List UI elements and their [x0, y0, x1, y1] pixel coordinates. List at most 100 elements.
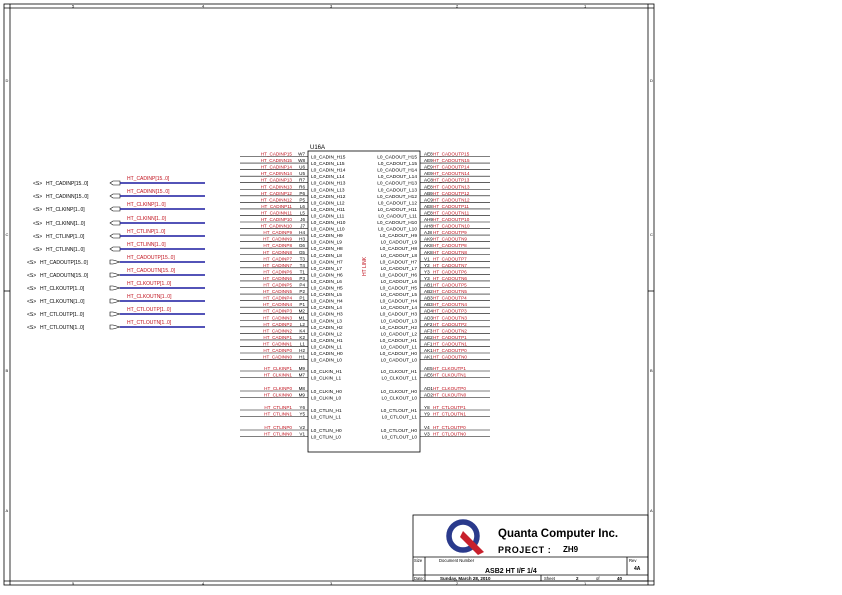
net-label: HT_CADOUTP9 [433, 230, 467, 235]
pin-number: Y9 [424, 412, 430, 417]
pin-number: AK8 [424, 250, 433, 255]
net-label: HT_CADOUTN5 [433, 289, 467, 294]
port-direction: <S> [27, 286, 36, 292]
net-label: HT_CADINN6 [263, 276, 292, 281]
port-direction: <S> [27, 260, 36, 266]
pin-number: W8 [298, 158, 305, 163]
pin-number: R6 [299, 184, 305, 189]
pin-number: AE6 [424, 373, 433, 378]
pin-number: AE8 [424, 152, 433, 157]
pin-function: L0_CADOUT_L0 [381, 358, 418, 364]
pin-number: AF3 [424, 328, 433, 333]
net-label: HT_CADOUTN3 [433, 315, 467, 320]
pin-number: Y6 [299, 405, 305, 410]
pin-function: L0_CADIN_H7 [311, 259, 343, 265]
pin-number: AE8 [424, 210, 433, 215]
pin-function: L0_CADOUT_L9 [381, 240, 418, 246]
port-direction: <S> [33, 247, 42, 253]
pin-number: U6 [299, 165, 305, 170]
pin-function: L0_CLKIN_L0 [311, 396, 341, 402]
pin-number: AB3 [424, 296, 433, 301]
net-label: HT_CADOUTP5 [433, 283, 467, 288]
net-label: HT_CADOUTP11 [433, 204, 469, 209]
net-label: HT_CADINN5 [263, 289, 292, 294]
pin-function: L0_CADOUT_H8 [380, 246, 417, 252]
pin-function: L0_CADOUT_H1 [380, 338, 417, 344]
port-direction: <S> [27, 299, 36, 305]
date-label: Date: [414, 576, 424, 581]
net-label: HT_CADOUTN2 [433, 328, 467, 333]
net-label: HT_CADINP13 [261, 178, 293, 183]
pin-number: L2 [300, 322, 306, 327]
pin-function: L0_CADOUT_L1 [381, 344, 418, 350]
bus-label: HT_CTLINP[1..0] [127, 229, 166, 235]
pin-function: L0_CADOUT_H11 [378, 207, 418, 213]
pin-function: L0_CADOUT_L15 [378, 161, 417, 167]
port-flag [109, 180, 121, 186]
port-name: HT_CADINP[15..0] [46, 181, 89, 187]
port-ht-ctloutp-1-0: <S> HT_CTLOUTP[1..0] HT_CTLOUTP[1..0] [27, 307, 205, 318]
pin-function: L0_CADOUT_H10 [377, 220, 417, 226]
net-label: HT_CLKINP0 [264, 386, 292, 391]
zone-row-left: D [6, 78, 9, 83]
port-flag [109, 285, 122, 291]
pin-number: AE9 [424, 165, 433, 170]
port-name: HT_CLKOUTN[1..0] [40, 299, 85, 305]
net-label: HT_CADINN11 [261, 210, 293, 215]
zone-row-right: C [650, 232, 653, 237]
port-flag [109, 272, 122, 278]
pin-number: T1 [300, 269, 306, 274]
pin-function: L0_CADIN_H14 [311, 168, 346, 174]
pin-number: Y2 [424, 263, 430, 268]
pin-function: L0_CADOUT_H4 [380, 299, 417, 305]
net-label: HT_CADOUTP15 [433, 152, 470, 157]
port-flag [109, 259, 122, 265]
net-label: HT_CADINN13 [261, 184, 293, 189]
pin-function: L0_CADIN_H0 [311, 351, 343, 357]
net-label: HT_CADINP1 [263, 335, 292, 340]
pin-function: L0_CTLOUT_H0 [381, 428, 417, 434]
pin-number: AB2 [424, 289, 433, 294]
pin-number: W7 [298, 152, 305, 157]
port-ht-ctloutn-1-0: <S> HT_CTLOUTN[1..0] HT_CTLOUTN[1..0] [27, 320, 205, 331]
pin-number: AE9 [424, 171, 433, 176]
pin-number: Y8 [424, 405, 430, 410]
chip-pins: HT_CADINP15 W7 L0_CADIN_H15 HT_CADINN15 W8 L0… [240, 152, 490, 441]
port-flag [109, 233, 121, 239]
pin-number: J7 [300, 224, 305, 229]
net-label: HT_CADOUTN11 [433, 210, 470, 215]
net-label: HT_CTLINN1 [264, 412, 292, 417]
net-label: HT_CADINP12 [261, 191, 293, 196]
port-direction: <S> [27, 273, 36, 279]
pin-function: L0_CADOUT_L3 [381, 318, 418, 324]
pin-number: AJ8 [424, 230, 432, 235]
net-label: HT_CADINN12 [261, 197, 293, 202]
pin-function: L0_CADIN_L9 [311, 240, 342, 246]
pin-number: J6 [300, 217, 305, 222]
net-label: HT_CADOUTN15 [433, 158, 470, 163]
port-flag [109, 220, 121, 226]
net-label: HT_CTLOUTN0 [433, 432, 466, 437]
pin-function: L0_CTLIN_H1 [311, 408, 342, 414]
port-flag [109, 311, 122, 317]
net-label: HT_CADOUTN12 [433, 197, 470, 202]
pin-number: T4 [300, 263, 306, 268]
pin-number: G5 [299, 250, 306, 255]
pin-function: L0_CLKIN_H0 [311, 389, 342, 395]
pin-number: AH9 [424, 217, 433, 222]
pin-function: L0_CADIN_L7 [311, 266, 342, 272]
port-name: HT_CLKOUTP[1..0] [40, 286, 85, 292]
bus-label: HT_CLKINN[1..0] [127, 216, 167, 222]
net-label: HT_CADINN10 [261, 224, 293, 229]
pin-number: V1 [424, 256, 430, 261]
pin-number: M7 [299, 373, 306, 378]
pin-function: L0_CLKOUT_L0 [382, 396, 418, 402]
pin-function: L0_CADIN_L13 [311, 187, 345, 193]
bus-label: HT_CADINP[15..0] [127, 176, 170, 182]
pin-function: L0_CADOUT_L8 [381, 253, 418, 259]
port-direction: <S> [27, 325, 36, 331]
pin-number: AF2 [424, 322, 433, 327]
net-label: HT_CADINN0 [263, 355, 292, 360]
port-ht-ctlinp-1-0: <S> HT_CTLINP[1..0] HT_CTLINP[1..0] [33, 229, 205, 240]
pin-function: L0_CADIN_L6 [311, 279, 342, 285]
